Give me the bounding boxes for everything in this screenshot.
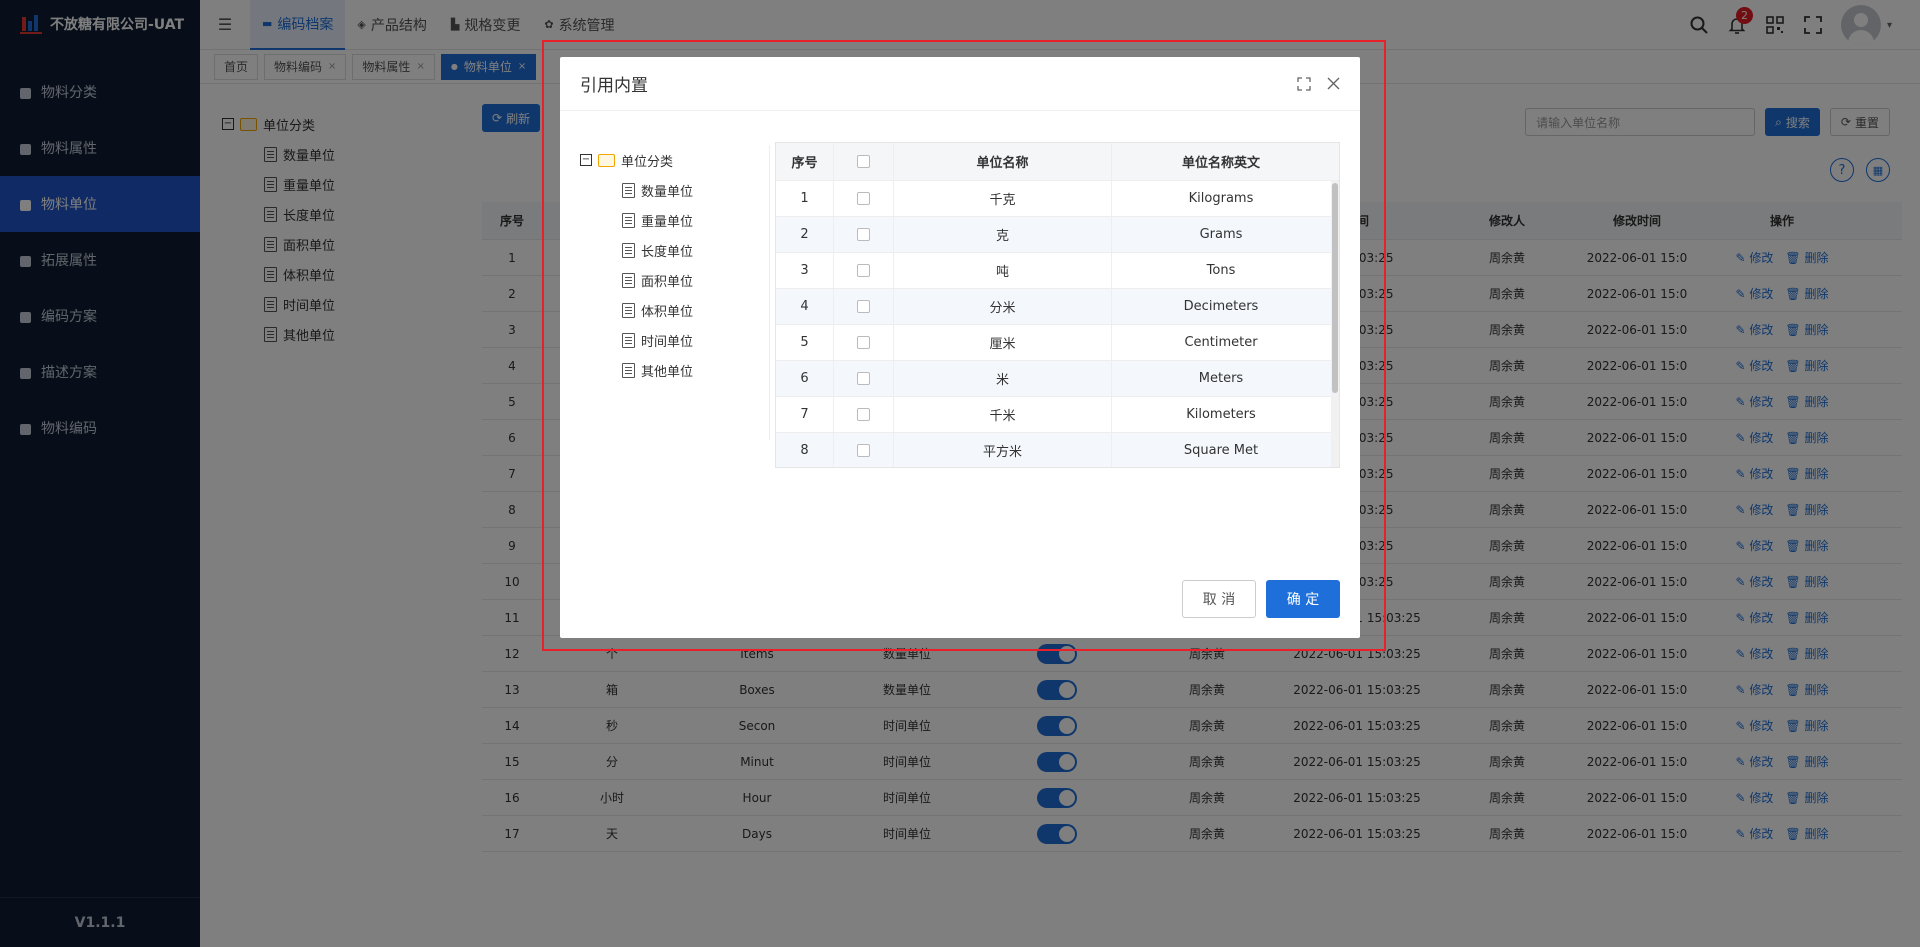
unit-name-en: Grams [1199, 227, 1243, 242]
maximize-icon[interactable] [1297, 77, 1311, 95]
row-index: 3 [776, 253, 834, 288]
dialog-table-row[interactable]: 2 克 Grams [776, 217, 1339, 253]
dialog-table-row[interactable]: 5 厘米 Centimeter [776, 325, 1339, 361]
document-icon [622, 182, 635, 198]
document-icon [622, 242, 635, 258]
folder-icon [598, 153, 615, 167]
row-index: 8 [776, 433, 834, 467]
tree-node[interactable]: 体积单位 [580, 295, 769, 325]
document-icon [622, 212, 635, 228]
dialog-table-row[interactable]: 7 千米 Kilometers [776, 397, 1339, 433]
row-index: 7 [776, 397, 834, 432]
tree-node[interactable]: 面积单位 [580, 265, 769, 295]
unit-name: 分米 [894, 289, 1112, 324]
table-scrollbar[interactable] [1331, 181, 1339, 467]
row-checkbox[interactable] [857, 336, 870, 349]
confirm-button[interactable]: 确 定 [1266, 580, 1340, 618]
dialog-unit-tree: − 单位分类数量单位重量单位长度单位面积单位体积单位时间单位其他单位 [580, 145, 770, 440]
unit-name: 平方米 [894, 433, 1112, 467]
row-checkbox[interactable] [857, 264, 870, 277]
document-icon [622, 302, 635, 318]
row-index: 1 [776, 181, 834, 216]
dialog-table-header: 序号 单位名称 单位名称英文 [776, 143, 1339, 181]
unit-name-en: Centimeter [1184, 335, 1258, 350]
close-icon[interactable] [1327, 77, 1340, 95]
row-select[interactable] [834, 217, 894, 252]
header-unit-name-en: 单位名称英文 [1181, 156, 1260, 171]
row-checkbox[interactable] [857, 300, 870, 313]
row-index: 4 [776, 289, 834, 324]
dialog-table-row[interactable]: 3 吨 Tons [776, 253, 1339, 289]
unit-name-en: Tons [1206, 263, 1236, 278]
document-icon [622, 362, 635, 378]
header-index: 序号 [776, 143, 834, 180]
dialog-tools [1297, 77, 1340, 95]
header-unit-name: 单位名称 [894, 143, 1112, 180]
select-all-checkbox[interactable] [857, 155, 870, 168]
tree-node-label: 面积单位 [641, 274, 694, 290]
document-icon [622, 272, 635, 288]
unit-name-en: Meters [1198, 371, 1244, 386]
dialog-table-row[interactable]: 1 千克 Kilograms [776, 181, 1339, 217]
tree-node-label: 重量单位 [641, 214, 694, 230]
row-checkbox[interactable] [857, 444, 870, 457]
unit-name: 厘米 [894, 325, 1112, 360]
row-index: 2 [776, 217, 834, 252]
tree-node-label: 时间单位 [641, 334, 694, 350]
document-icon [622, 332, 635, 348]
row-select[interactable] [834, 361, 894, 396]
row-select[interactable] [834, 289, 894, 324]
tree-node[interactable]: 重量单位 [580, 205, 769, 235]
unit-name: 吨 [894, 253, 1112, 288]
cancel-button[interactable]: 取 消 [1182, 580, 1256, 618]
tree-node[interactable]: 时间单位 [580, 325, 769, 355]
unit-name-en: Kilometers [1186, 407, 1256, 422]
collapse-toggle-icon[interactable]: − [580, 154, 592, 166]
header-select-all[interactable] [834, 143, 894, 180]
row-index: 6 [776, 361, 834, 396]
row-index: 5 [776, 325, 834, 360]
tree-node-label: 数量单位 [641, 184, 694, 200]
row-checkbox[interactable] [857, 228, 870, 241]
dialog-table-row[interactable]: 4 分米 Decimeters [776, 289, 1339, 325]
dialog-unit-table: 序号 单位名称 单位名称英文 1 千克 Kilograms 2 克 Grams 3 吨 Tons 4 分米… [775, 142, 1340, 468]
tree-node-label: 其他单位 [641, 364, 694, 380]
row-select[interactable] [834, 181, 894, 216]
row-select[interactable] [834, 397, 894, 432]
tree-root-label: 单位分类 [621, 154, 674, 170]
reference-builtin-dialog: 引用内置 − 单位分类数量单位重量单位长度单位面积单位体积单位时间单位其他单位 序… [560, 57, 1360, 638]
dialog-footer: 取 消 确 定 [1182, 580, 1340, 618]
unit-name: 千米 [894, 397, 1112, 432]
unit-name: 米 [894, 361, 1112, 396]
tree-node[interactable]: 数量单位 [580, 175, 769, 205]
row-checkbox[interactable] [857, 192, 870, 205]
tree-root[interactable]: − 单位分类 [580, 145, 769, 175]
unit-name: 克 [894, 217, 1112, 252]
dialog-table-row[interactable]: 6 米 Meters [776, 361, 1339, 397]
row-select[interactable] [834, 433, 894, 467]
row-select[interactable] [834, 325, 894, 360]
unit-name-en: Square Met [1183, 443, 1259, 458]
row-checkbox[interactable] [857, 408, 870, 421]
row-select[interactable] [834, 253, 894, 288]
dialog-title: 引用内置 [560, 57, 1360, 111]
tree-node-label: 长度单位 [641, 244, 694, 260]
unit-name: 千克 [894, 181, 1112, 216]
dialog-table-row[interactable]: 8 平方米 Square Met [776, 433, 1339, 467]
row-checkbox[interactable] [857, 372, 870, 385]
unit-name-en: Kilograms [1188, 191, 1254, 206]
tree-node[interactable]: 长度单位 [580, 235, 769, 265]
unit-name-en: Decimeters [1183, 299, 1259, 314]
tree-node-label: 体积单位 [641, 304, 694, 320]
tree-node[interactable]: 其他单位 [580, 355, 769, 385]
